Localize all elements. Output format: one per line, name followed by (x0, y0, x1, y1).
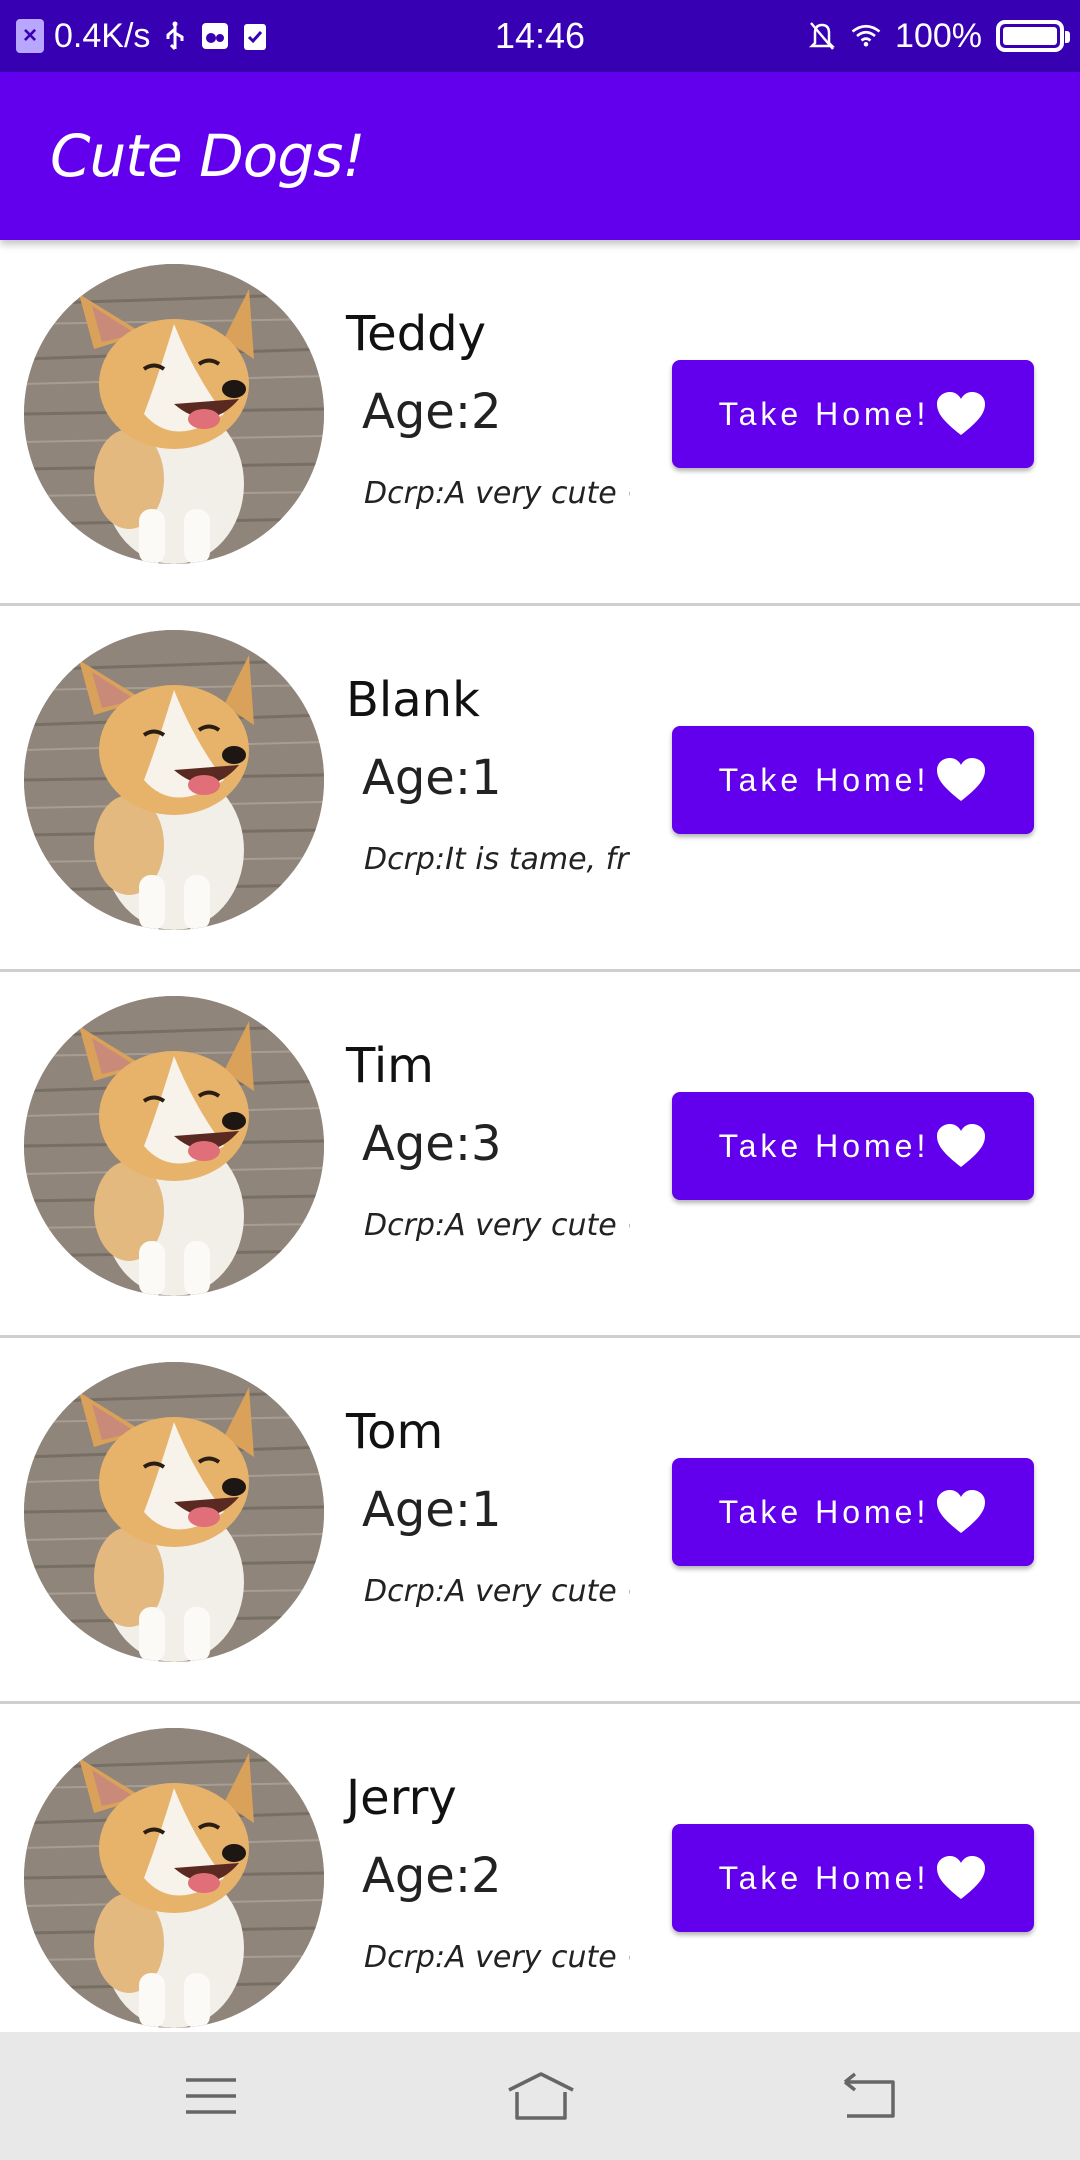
dog-name: Jerry (346, 1770, 457, 1826)
dog-photo (24, 996, 324, 1296)
app-notification-icon: × (16, 19, 44, 53)
dog-description: Dcrp:It is tame, fr⋯ (364, 842, 630, 877)
corgi-image-icon (24, 630, 324, 930)
heart-icon (937, 1124, 986, 1167)
take-home-label: Take Home! (718, 1859, 930, 1896)
dog-description: Dcrp:A very cute ⋯ (364, 1208, 630, 1243)
app-bar: Cute Dogs! (0, 72, 1080, 240)
corgi-image-icon (24, 1728, 324, 2028)
take-home-label: Take Home! (718, 1127, 930, 1164)
status-left: × 0.4K/s (16, 0, 270, 72)
heart-icon (937, 392, 986, 435)
dog-photo (24, 264, 324, 564)
dog-name: Teddy (346, 306, 487, 362)
back-icon[interactable] (824, 2056, 914, 2136)
navigation-bar (0, 2032, 1080, 2160)
dog-row-4[interactable]: Jerry Age:2 Dcrp:A very cute ⋯ Take Home… (0, 1704, 1080, 2032)
dog-name: Blank (346, 672, 480, 728)
corgi-image-icon (24, 1362, 324, 1662)
take-home-label: Take Home! (718, 1493, 930, 1530)
take-home-label: Take Home! (718, 395, 930, 432)
take-home-button[interactable]: Take Home! (672, 1824, 1034, 1932)
dog-description: Dcrp:A very cute ⋯ (364, 476, 630, 511)
wifi-icon (851, 21, 881, 51)
dog-description: Dcrp:A very cute ⋯ (364, 1574, 630, 1609)
dog-age: Age:2 (362, 384, 502, 440)
clipboard-check-icon (240, 21, 270, 51)
dog-row-0[interactable]: Teddy Age:2 Dcrp:A very cute ⋯ Take Home… (0, 240, 1080, 606)
app-title: Cute Dogs! (50, 122, 366, 190)
take-home-button[interactable]: Take Home! (672, 1092, 1034, 1200)
status-right: 100% (807, 0, 1070, 72)
dog-row-3[interactable]: Tom Age:1 Dcrp:A very cute ⋯ Take Home! (0, 1338, 1080, 1704)
corgi-image-icon (24, 264, 324, 564)
dog-photo (24, 630, 324, 930)
usb-icon (160, 21, 190, 51)
corgi-image-icon (24, 996, 324, 1296)
menu-icon[interactable] (166, 2056, 256, 2136)
dog-name: Tim (346, 1038, 434, 1094)
dog-row-1[interactable]: Blank Age:1 Dcrp:It is tame, fr⋯ Take Ho… (0, 606, 1080, 972)
dog-description: Dcrp:A very cute ⋯ (364, 1940, 630, 1975)
dog-row-2[interactable]: Tim Age:3 Dcrp:A very cute ⋯ Take Home! (0, 972, 1080, 1338)
dog-age: Age:1 (362, 750, 502, 806)
dog-age: Age:2 (362, 1848, 502, 1904)
dog-list[interactable]: Teddy Age:2 Dcrp:A very cute ⋯ Take Home… (0, 240, 1080, 2032)
take-home-button[interactable]: Take Home! (672, 360, 1034, 468)
status-bar: × 0.4K/s 14:46 100% (0, 0, 1080, 72)
take-home-button[interactable]: Take Home! (672, 726, 1034, 834)
dog-age: Age:1 (362, 1482, 502, 1538)
usb-debug-icon (200, 21, 230, 51)
battery-icon (996, 20, 1070, 52)
take-home-label: Take Home! (718, 761, 930, 798)
heart-icon (937, 1490, 986, 1533)
take-home-button[interactable]: Take Home! (672, 1458, 1034, 1566)
home-icon[interactable] (496, 2056, 586, 2136)
heart-icon (937, 758, 986, 801)
battery-percent: 100% (895, 16, 982, 55)
dog-name: Tom (346, 1404, 444, 1460)
dog-age: Age:3 (362, 1116, 502, 1172)
dog-photo (24, 1728, 324, 2028)
network-speed: 0.4K/s (54, 16, 151, 55)
bell-off-icon (807, 21, 837, 51)
dog-photo (24, 1362, 324, 1662)
heart-icon (937, 1856, 986, 1899)
